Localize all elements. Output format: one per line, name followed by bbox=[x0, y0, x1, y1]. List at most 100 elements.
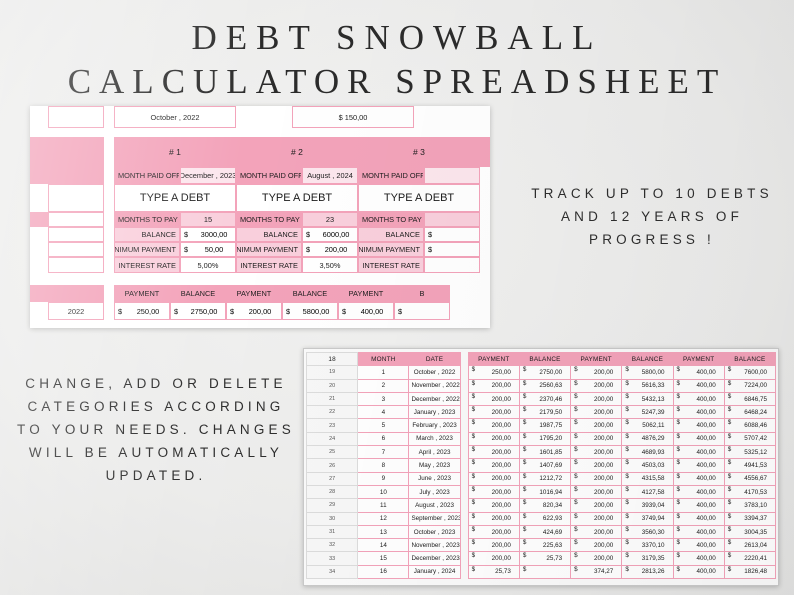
balance-cell-3: $1826,48 bbox=[723, 564, 777, 580]
currency-symbol: $ bbox=[676, 366, 681, 374]
debt-2-balance-value[interactable]: $ 6000,00 bbox=[302, 227, 358, 242]
table-row: PAYMENT BALANCE PAYMENT BALANCE PAYMENT … bbox=[30, 285, 490, 302]
currency-symbol: $ bbox=[727, 472, 732, 480]
currency-symbol: $ bbox=[625, 565, 629, 573]
month-cell: 13 bbox=[357, 524, 410, 540]
blank-cell bbox=[480, 137, 490, 167]
debt-1-month-paid-off-value[interactable]: December , 2023 bbox=[180, 167, 236, 184]
debt-3-minimum-payment-value[interactable]: $ bbox=[424, 242, 480, 257]
spacer bbox=[460, 458, 469, 473]
currency-symbol: $ bbox=[522, 392, 527, 400]
row-number: 30 bbox=[305, 511, 359, 526]
debt-3-balance-header: B bbox=[394, 285, 450, 302]
month-cell: 7 bbox=[357, 445, 410, 460]
spacer-row bbox=[30, 128, 490, 137]
payment-cell-3: $400,00 bbox=[672, 391, 725, 407]
table-row: 29 11 August , 2023 $200,00 $820,34 $200,00 $3… bbox=[305, 498, 777, 513]
table-row: 34 16 January , 2024 $25,73 $ $374,27 $2813,26… bbox=[305, 564, 777, 580]
payment-cell-3: $400,00 bbox=[672, 458, 725, 473]
debt-1-minimum-payment-value[interactable]: $ 50,00 bbox=[180, 242, 236, 257]
start-month-value[interactable]: October , 2022 bbox=[114, 106, 236, 128]
currency-symbol: $ bbox=[174, 306, 179, 316]
currency-symbol: $ bbox=[625, 485, 629, 493]
debt-1-name[interactable]: TYPE A DEBT bbox=[114, 184, 236, 212]
payment-header-2: PAYMENT bbox=[570, 351, 623, 367]
table-header: 18 MONTH DATE PAYMENT BALANCE PAYMENT BA… bbox=[305, 351, 777, 367]
table-row: 21 3 December , 2022 $200,00 $2370,46 $200,00… bbox=[305, 391, 777, 407]
payment-cell-2: $200,00 bbox=[570, 471, 623, 486]
debt-3-month-paid-off-value[interactable] bbox=[424, 167, 480, 184]
currency-symbol: $ bbox=[471, 366, 476, 374]
currency-symbol: $ bbox=[522, 406, 527, 414]
payment-cell-2: $200,00 bbox=[570, 378, 623, 393]
balance-header-3: BALANCE bbox=[723, 351, 777, 367]
payment-cell-3: $400,00 bbox=[672, 484, 725, 500]
balance-cell-2: $3939,04 bbox=[621, 498, 674, 513]
currency-symbol: $ bbox=[625, 392, 629, 400]
currency-symbol: $ bbox=[522, 446, 527, 454]
first-row-date: 2022 bbox=[48, 302, 104, 320]
spacer bbox=[48, 128, 490, 137]
payment-cell-2: $200,00 bbox=[570, 365, 623, 380]
table-row: 32 14 November , 2023 $200,00 $225,63 $200,00… bbox=[305, 538, 777, 553]
debt-1-balance-value[interactable]: $ 3000,00 bbox=[180, 227, 236, 242]
extra-payment-value[interactable]: $ 150,00 bbox=[292, 106, 414, 128]
month-cell: 12 bbox=[357, 511, 410, 526]
balance-cell-1: $1407,69 bbox=[518, 458, 572, 473]
spacer bbox=[104, 184, 114, 212]
currency-symbol: $ bbox=[727, 379, 732, 387]
balance-cell-1: $1601,85 bbox=[518, 445, 572, 460]
amount: 200,00 bbox=[324, 245, 348, 254]
spacer-row bbox=[30, 273, 490, 285]
payment-cell-2: $200,00 bbox=[570, 431, 623, 447]
balance-cell-2: $2813,26 bbox=[621, 564, 674, 580]
debt-2-interest-rate-value[interactable]: 3,50% bbox=[302, 257, 358, 273]
currency-symbol: $ bbox=[184, 230, 189, 239]
currency-symbol: $ bbox=[306, 230, 311, 239]
currency-symbol: $ bbox=[471, 472, 476, 480]
currency-symbol: $ bbox=[676, 392, 681, 400]
amount: 6000,00 bbox=[322, 230, 350, 239]
debt-2-month-paid-off-value[interactable]: August , 2024 bbox=[302, 167, 358, 184]
debt-3-first-payment: $ 400,00 bbox=[338, 302, 394, 320]
currency-symbol: $ bbox=[625, 499, 629, 507]
currency-symbol: $ bbox=[471, 379, 476, 387]
amount: 5800,00 bbox=[302, 306, 330, 316]
date-cell: October , 2023 bbox=[408, 524, 461, 540]
debt-1-payment-header: PAYMENT bbox=[114, 285, 170, 302]
currency-symbol: $ bbox=[574, 565, 578, 573]
balance-cell-1: $2370,46 bbox=[518, 391, 572, 407]
debt-1-interest-rate-value[interactable]: 5,00% bbox=[180, 257, 236, 273]
debt-3-interest-rate-value[interactable] bbox=[424, 257, 480, 273]
payment-cell-1: $200,00 bbox=[467, 498, 520, 513]
debt-2-name[interactable]: TYPE A DEBT bbox=[236, 184, 358, 212]
payment-cell-1: $200,00 bbox=[467, 418, 520, 433]
amortization-schedule-table[interactable]: 18 MONTH DATE PAYMENT BALANCE PAYMENT BA… bbox=[303, 348, 779, 586]
payment-cell-1: $250,00 bbox=[467, 365, 520, 380]
row-gutter bbox=[30, 302, 48, 320]
currency-symbol: $ bbox=[574, 512, 578, 520]
debt-3-interest-rate-label: INTEREST RATE bbox=[358, 257, 424, 273]
table-row: 20 2 November , 2022 $200,00 $2560,63 $200,00… bbox=[305, 378, 777, 393]
debt-3-name[interactable]: TYPE A DEBT bbox=[358, 184, 480, 212]
row-gutter bbox=[30, 257, 48, 273]
balance-cell-3: $3004,35 bbox=[723, 524, 777, 540]
debt-1-month-paid-off-label: MONTH PAID OFF bbox=[114, 167, 180, 184]
debt-1-number: # 1 bbox=[114, 137, 236, 167]
balance-cell-2: $5432,13 bbox=[621, 391, 674, 407]
row-gutter bbox=[30, 184, 48, 212]
currency-symbol: $ bbox=[428, 230, 433, 239]
row-gutter bbox=[30, 167, 48, 184]
table-row: INTEREST RATE 5,00% INTEREST RATE 3,50% … bbox=[30, 257, 490, 273]
debt-2-minimum-payment-value[interactable]: $ 200,00 bbox=[302, 242, 358, 257]
debt-3-balance-value[interactable]: $ bbox=[424, 227, 480, 242]
top-spreadsheet-preview[interactable]: October , 2022 $ 150,00 # 1 # 2 # 3 MONT… bbox=[30, 106, 490, 328]
table-row: 19 1 October , 2022 $250,00 $2750,00 $200,00 $… bbox=[305, 365, 777, 380]
currency-symbol: $ bbox=[625, 525, 629, 533]
date-cell: March , 2023 bbox=[408, 431, 461, 447]
blank-cell bbox=[48, 242, 104, 257]
payment-cell-3: $400,00 bbox=[672, 405, 725, 420]
debt-3-minimum-payment-label: MINIMUM PAYMENT bbox=[358, 242, 424, 257]
spacer bbox=[104, 227, 114, 242]
currency-symbol: $ bbox=[727, 446, 732, 454]
